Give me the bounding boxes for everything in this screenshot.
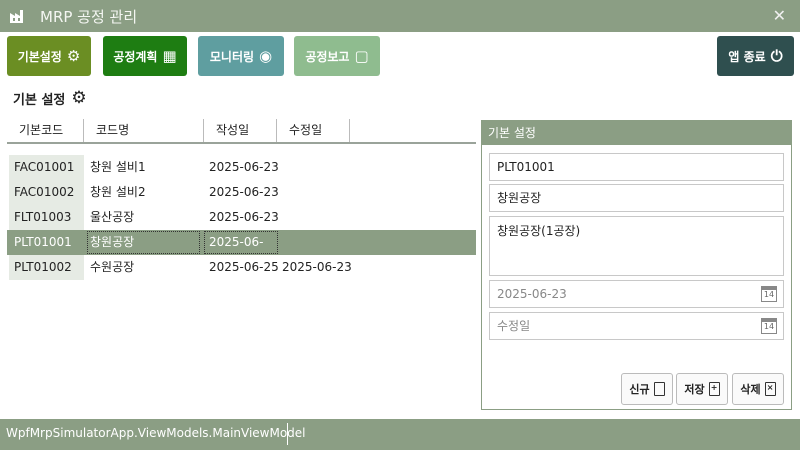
cell-code: PLT01002 <box>9 255 84 280</box>
table-row[interactable]: FAC01001 창원 설비1 2025-06-23 <box>7 155 476 180</box>
cell-name: 울산공장 <box>90 210 135 224</box>
monitoring-button[interactable]: 모니터링 ◉ <box>198 36 284 76</box>
code-field[interactable]: PLT01001 <box>489 153 784 181</box>
cell-created: 2025-06-23 <box>209 185 279 199</box>
code-grid[interactable]: 기본코드 코드명 작성일 수정일 FAC01001 창원 설비1 2025-06… <box>7 119 476 419</box>
cell-created: 2025-06-23 <box>204 231 278 270</box>
power-icon: ⏻ <box>770 46 783 65</box>
basic-settings-button[interactable]: 기본설정 ⚙ <box>7 36 91 76</box>
factory-icon <box>8 6 28 26</box>
column-header-created[interactable]: 작성일 <box>204 119 277 142</box>
gear-icon: ⚙ <box>66 46 81 65</box>
table-row-selected[interactable]: PLT01001 창원공장 2025-06-23 <box>7 230 476 270</box>
status-separator <box>287 423 288 445</box>
cell-code: FLT01003 <box>9 205 84 230</box>
table-row[interactable]: PLT01002 수원공장 2025-06-25 2025-06-23 <box>7 255 476 280</box>
process-plan-label: 공정계획 <box>113 49 158 64</box>
column-header-name[interactable]: 코드명 <box>84 119 204 142</box>
toolbar: 기본설정 ⚙ 공정계획 ▦ 모니터링 ◉ 공정보고 ▢ 앱 종료 ⏻ <box>0 36 800 76</box>
created-date-value: 2025-06-23 <box>497 287 567 301</box>
table-row[interactable]: FLT01003 울산공장 2025-06-23 <box>7 205 476 230</box>
cell-created: 2025-06-23 <box>209 160 279 174</box>
status-bar: WpfMrpSimulatorApp.ViewModels.MainViewMo… <box>0 419 800 450</box>
calendar-icon[interactable]: 14 <box>761 318 777 334</box>
cell-code: FAC01001 <box>9 155 84 180</box>
cell-created: 2025-06-23 <box>209 210 279 224</box>
cell-name: 창원 설비1 <box>90 160 146 174</box>
created-date-picker[interactable]: 2025-06-23 14 <box>489 280 784 308</box>
cell-modified: 2025-06-23 <box>282 260 352 274</box>
name-field[interactable]: 창원공장 <box>489 184 784 212</box>
cell-created: 2025-06-25 <box>209 260 279 274</box>
process-report-button[interactable]: 공정보고 ▢ <box>294 36 380 76</box>
cell-name: 창원 설비2 <box>90 185 146 199</box>
basic-settings-label: 기본설정 <box>17 49 62 64</box>
delete-button[interactable]: 삭제 × <box>732 373 784 405</box>
grid-header: 기본코드 코드명 작성일 수정일 <box>7 119 476 144</box>
add-document-icon: + <box>708 382 720 396</box>
cell-name: 수원공장 <box>90 260 135 274</box>
panel-title: 기본 설정 <box>482 121 791 145</box>
delete-label: 삭제 <box>740 383 761 396</box>
title-bar: MRP 공정 관리 ✕ <box>0 0 800 32</box>
grid-body: FAC01001 창원 설비1 2025-06-23 FAC01002 창원 설… <box>7 155 476 280</box>
cell-code: PLT01001 <box>9 230 84 255</box>
description-field[interactable]: 창원공장(1공장) <box>489 216 784 276</box>
window-title: MRP 공정 관리 <box>40 7 138 26</box>
modified-date-picker[interactable]: 수정일 14 <box>489 312 784 340</box>
detail-panel: 기본 설정 PLT01001 창원공장 창원공장(1공장) 2025-06-23… <box>481 120 792 410</box>
new-document-icon <box>653 382 665 396</box>
column-header-modified[interactable]: 수정일 <box>277 119 350 142</box>
new-label: 신규 <box>629 383 650 396</box>
status-text: WpfMrpSimulatorApp.ViewModels.MainViewMo… <box>6 426 306 440</box>
process-report-label: 공정보고 <box>305 49 350 64</box>
column-header-code[interactable]: 기본코드 <box>7 119 84 142</box>
save-button[interactable]: 저장 + <box>676 373 728 405</box>
calendar-icon: ▦ <box>162 46 177 65</box>
process-plan-button[interactable]: 공정계획 ▦ <box>103 36 187 76</box>
calendar-icon[interactable]: 14 <box>761 286 777 302</box>
exit-app-button[interactable]: 앱 종료 ⏻ <box>717 36 794 76</box>
section-title-text: 기본 설정 <box>13 92 66 108</box>
document-icon: ▢ <box>354 46 369 65</box>
save-label: 저장 <box>684 383 705 396</box>
section-heading: 기본 설정 ⚙ <box>13 88 87 108</box>
cell-code: FAC01002 <box>9 180 84 205</box>
close-icon[interactable]: ✕ <box>773 6 786 25</box>
delete-document-icon: × <box>764 382 776 396</box>
exit-app-label: 앱 종료 <box>728 49 766 64</box>
monitoring-label: 모니터링 <box>209 49 255 64</box>
cell-name: 창원공장 <box>87 231 200 254</box>
table-row[interactable]: FAC01002 창원 설비2 2025-06-23 <box>7 180 476 205</box>
modified-date-placeholder: 수정일 <box>497 319 531 333</box>
gear-icon: ⚙ <box>71 88 87 108</box>
new-button[interactable]: 신규 <box>621 373 673 405</box>
eye-icon: ◉ <box>259 46 273 65</box>
